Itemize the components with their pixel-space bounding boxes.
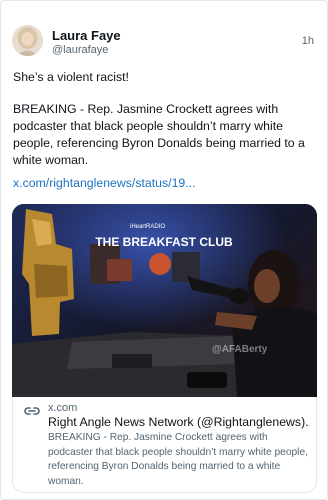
preview-description: BREAKING - Rep. Jasmine Crockett agrees … <box>48 432 308 487</box>
preview-domain: x.com <box>48 402 78 414</box>
author-name[interactable]: Laura Faye <box>52 28 121 43</box>
post-text-body: BREAKING - Rep. Jasmine Crockett agrees … <box>13 102 305 167</box>
post-text-line: She’s a violent racist! <box>13 70 129 84</box>
post-link[interactable]: x.com/rightanglenews/status/19... <box>13 176 196 190</box>
media-video-frame: iHeartRADIO THE BREAKFAST CLUB @AFABerty <box>12 204 317 397</box>
media-banner-title: THE BREAKFAST CLUB <box>95 235 233 249</box>
avatar[interactable] <box>12 25 43 56</box>
preview-title[interactable]: Right Angle News Network (@Rightanglenew… <box>48 415 310 429</box>
media-watermark: @AFABerty <box>212 344 268 355</box>
post-card[interactable]: Laura Faye @laurafaye 1h She’s a violent… <box>0 0 328 500</box>
author-handle[interactable]: @laurafaye <box>52 44 108 56</box>
media-banner-top: iHeartRADIO <box>130 224 165 230</box>
avatar-image <box>12 25 43 56</box>
link-icon <box>24 407 40 415</box>
post-media-image[interactable]: iHeartRADIO THE BREAKFAST CLUB @AFABerty <box>12 204 317 397</box>
link-preview-card[interactable]: x.com Right Angle News Network (@Rightan… <box>12 397 317 493</box>
post-timestamp[interactable]: 1h <box>302 35 314 47</box>
